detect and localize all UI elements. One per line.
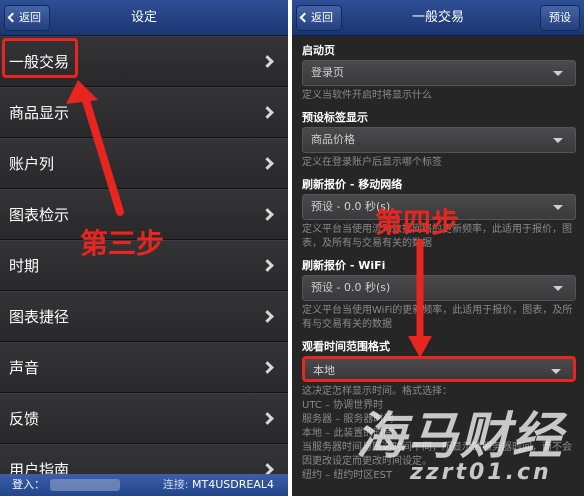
annotation-step3: 第三步 — [80, 227, 165, 260]
default-tab-select[interactable]: 商品价格 — [302, 127, 576, 153]
chevron-right-icon — [261, 259, 274, 272]
chevron-right-icon — [261, 412, 274, 425]
setting-title: 观看时间范围格式 — [302, 340, 390, 353]
setting-description: 定义当软件开启时将显示什么 — [302, 90, 432, 101]
chevron-right-icon — [261, 55, 274, 68]
connection-server: MT4USDREAL4 — [192, 478, 274, 491]
chevron-right-icon — [261, 157, 274, 170]
caret-down-icon — [553, 205, 563, 210]
startup-page-select[interactable]: 登录页 — [302, 60, 576, 86]
login-value-redacted — [50, 479, 120, 491]
menu-item-feedback[interactable]: 反馈 — [0, 393, 288, 444]
menu-item-symbol-display[interactable]: 商品显示 — [0, 87, 288, 138]
menu-item-label: 反馈 — [9, 410, 40, 428]
preset-button[interactable]: 预设 — [540, 5, 580, 31]
menu-item-label: 图表检示 — [9, 206, 70, 224]
caret-down-icon — [553, 286, 563, 291]
setting-title: 启动页 — [302, 44, 335, 57]
refresh-wifi-select[interactable]: 预设 - 0.0 秒(s) — [302, 275, 576, 301]
chevron-right-icon — [261, 106, 274, 119]
select-value: 本地 — [313, 364, 335, 377]
menu-item-sound[interactable]: 声音 — [0, 342, 288, 393]
settings-navbar: 返回 设定 — [0, 0, 288, 36]
connection-label: 连接: — [162, 478, 189, 491]
menu-item-label: 商品显示 — [9, 104, 70, 122]
select-value: 预设 - 0.0 秒(s) — [311, 281, 391, 294]
menu-item-label: 图表捷径 — [9, 308, 70, 326]
menu-item-label: 时期 — [9, 257, 40, 275]
connection-status: 连接: MT4USDREAL4 — [163, 474, 274, 496]
setting-startup-page: 启动页 登录页 定义当软件开启时将显示什么 — [302, 42, 576, 103]
watermark-url: zzrt01.cn — [410, 460, 552, 485]
setting-title: 预设标签显示 — [302, 111, 368, 124]
menu-item-general-trade[interactable]: 一般交易 — [0, 36, 288, 87]
setting-default-tab: 预设标签显示 商品价格 定义在登录账户后显示哪个标签 — [302, 109, 576, 170]
setting-refresh-wifi: 刷新报价 - WiFi 预设 - 0.0 秒(s) 定义平台当使用WiFi的更新… — [302, 257, 576, 332]
setting-description: 定义在登录账户后显示哪个标签 — [302, 157, 442, 168]
chevron-right-icon — [261, 310, 274, 323]
menu-item-label: 声音 — [9, 359, 40, 377]
select-value: 商品价格 — [311, 133, 355, 146]
menu-item-chart-shortcut[interactable]: 图表捷径 — [0, 291, 288, 342]
caret-down-icon — [553, 71, 563, 76]
setting-title: 刷新报价 - WiFi — [302, 259, 386, 272]
chevron-right-icon — [261, 208, 274, 221]
chevron-right-icon — [261, 361, 274, 374]
watermark-logo: 海马财经 — [356, 407, 564, 465]
menu-item-account-column[interactable]: 账户列 — [0, 138, 288, 189]
select-value: 登录页 — [311, 66, 344, 79]
setting-title: 刷新报价 - 移动网络 — [302, 178, 403, 191]
caret-down-icon — [553, 138, 563, 143]
menu-item-label: 账户列 — [9, 155, 55, 173]
annotation-step4: 第四步 — [375, 206, 460, 239]
menu-item-label: 一般交易 — [9, 53, 70, 71]
status-bar: 登入： 连接: MT4USDREAL4 — [0, 474, 288, 496]
page-title: 设定 — [130, 10, 157, 25]
time-format-select[interactable]: 本地 — [302, 356, 576, 382]
setting-description: 定义平台当使用WiFi的更新频率，此适用于报价，图表，及所有与交易有关的数据 — [302, 305, 573, 330]
caret-down-icon — [551, 369, 561, 374]
general-trade-navbar: 返回 一般交易 预设 — [292, 0, 584, 36]
login-label: 登入： — [12, 478, 45, 491]
